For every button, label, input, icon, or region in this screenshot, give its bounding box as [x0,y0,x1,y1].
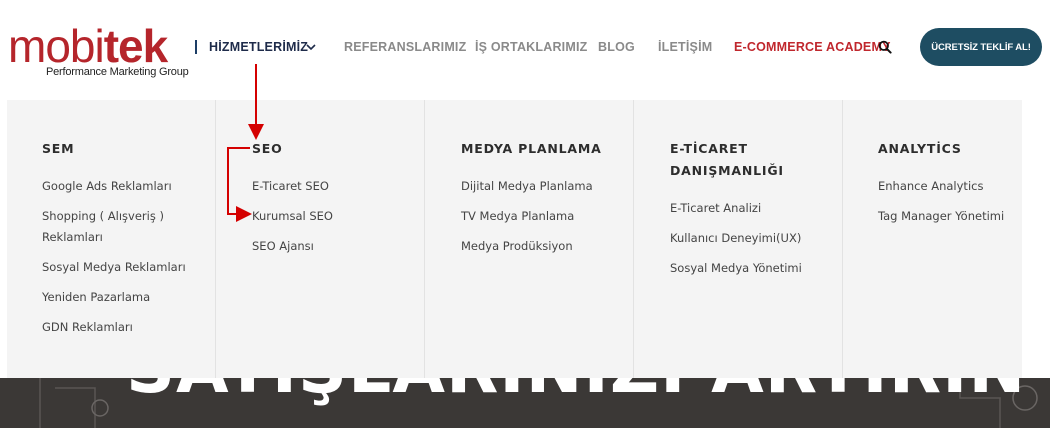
nav-item-academy[interactable]: E-COMMERCE ACADEMY [734,40,891,56]
menu-column-title: SEM [42,141,75,156]
menu-column-media: MEDYA PLANLAMA Dijital Medya Planlama TV… [425,100,634,378]
menu-item-tv-media[interactable]: TV Medya Planlama [461,206,574,227]
menu-item-seo-agency[interactable]: SEO Ajansı [252,236,314,257]
menu-column-ecommerce-consulting: E-TİCARET DANIŞMANLIĞI E-Ticaret Analizi… [634,100,843,378]
menu-column-title-line2: DANIŞMANLIĞI [670,163,784,178]
menu-column-analytics: ANALYTİCS Enhance Analytics Tag Manager … [843,100,1022,378]
menu-column-title: ANALYTİCS [878,141,962,156]
menu-item-tag-manager[interactable]: Tag Manager Yönetimi [878,206,1004,227]
menu-item-enhance-analytics[interactable]: Enhance Analytics [878,176,983,197]
menu-item-ecommerce-seo[interactable]: E-Ticaret SEO [252,176,329,197]
page-edge [1022,100,1050,378]
nav-item-services[interactable]: HİZMETLERİMİZ [209,40,308,56]
logo-part-1: mobi [8,20,105,72]
logo-part-2: tek [103,20,168,72]
menu-column-title: E-TİCARET [670,141,748,156]
menu-item-social-ads[interactable]: Sosyal Medya Reklamları [42,257,186,278]
menu-item-shopping[interactable]: Shopping ( Alışveriş ) [42,206,164,227]
logo[interactable]: mobitek Performance Marketing Group [8,23,190,80]
search-icon[interactable] [878,40,892,54]
menu-item-social-management[interactable]: Sosyal Medya Yönetimi [670,258,802,279]
logo-wordmark: mobitek [8,23,168,69]
mega-menu: SEM Google Ads Reklamları Shopping ( Alı… [7,100,1022,378]
menu-column-title: SEO [252,141,283,156]
site-header: mobitek Performance Marketing Group HİZM… [0,0,1050,100]
menu-column-sem: SEM Google Ads Reklamları Shopping ( Alı… [7,100,216,378]
chevron-down-icon[interactable] [305,41,317,53]
menu-item-shopping-line2[interactable]: Reklamları [42,227,103,248]
nav-item-blog[interactable]: BLOG [598,40,635,56]
menu-item-media-production[interactable]: Medya Prodüksiyon [461,236,573,257]
menu-item-remarketing[interactable]: Yeniden Pazarlama [42,287,150,308]
nav-item-partners[interactable]: İŞ ORTAKLARIMIZ [475,40,587,56]
menu-item-ecommerce-analysis[interactable]: E-Ticaret Analizi [670,198,761,219]
menu-column-seo: SEO E-Ticaret SEO Kurumsal SEO SEO Ajans… [216,100,425,378]
nav-item-references[interactable]: REFERANSLARIMIZ [344,40,466,56]
menu-column-title: MEDYA PLANLAMA [461,141,602,156]
menu-item-google-ads[interactable]: Google Ads Reklamları [42,176,172,197]
nav-divider [195,40,197,54]
menu-item-digital-media[interactable]: Dijital Medya Planlama [461,176,593,197]
menu-item-gdn[interactable]: GDN Reklamları [42,317,133,338]
menu-item-corporate-seo[interactable]: Kurumsal SEO [252,206,333,227]
nav-item-contact[interactable]: İLETİŞİM [658,40,712,56]
menu-item-ux[interactable]: Kullanıcı Deneyimi(UX) [670,228,801,249]
logo-tagline: Performance Marketing Group [46,66,189,78]
free-quote-button[interactable]: ÜCRETSİZ TEKLİF AL! [920,28,1042,66]
